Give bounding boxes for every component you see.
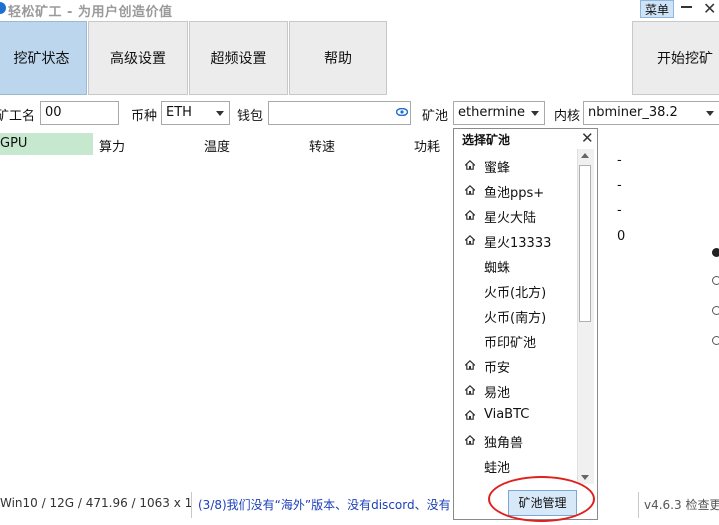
pool-list-item[interactable]: 蜜蜂 bbox=[484, 157, 510, 176]
pool-list-item[interactable]: 火币(北方) bbox=[484, 282, 546, 301]
stat-value: - bbox=[617, 203, 622, 218]
minimize-icon[interactable] bbox=[681, 6, 692, 8]
house-icon bbox=[465, 410, 475, 420]
pool-select[interactable]: ethermine bbox=[453, 101, 545, 125]
pool-list-item[interactable]: 蜘蛛 bbox=[484, 257, 510, 276]
pool-label: 矿池 bbox=[422, 109, 449, 124]
coin-label: 币种 bbox=[131, 109, 158, 124]
radio-option-selected[interactable] bbox=[712, 248, 719, 257]
pool-select-value: ethermine bbox=[458, 105, 525, 120]
close-icon[interactable]: ✕ bbox=[581, 129, 594, 147]
pool-list-item[interactable]: 易池 bbox=[484, 382, 510, 401]
chevron-down-icon bbox=[216, 111, 224, 116]
chevron-down-icon bbox=[706, 111, 714, 116]
column-gpu[interactable]: GPU bbox=[0, 136, 27, 151]
worker-name-label: 矿工名 bbox=[0, 109, 36, 124]
coin-select-value: ETH bbox=[166, 105, 192, 120]
window-title: 轻松矿工 - 为用户创造价值 bbox=[8, 5, 173, 20]
coin-select[interactable]: ETH bbox=[161, 101, 230, 125]
stat-value: 0 bbox=[617, 229, 626, 244]
system-info: Win10 / 12G / 471.96 / 1063 x 1 bbox=[0, 496, 193, 510]
pool-list-item[interactable]: 星火大陆 bbox=[484, 207, 536, 226]
house-icon bbox=[465, 235, 475, 245]
column-hashrate[interactable]: 算力 bbox=[99, 136, 125, 155]
tab-help[interactable]: 帮助 bbox=[289, 21, 387, 95]
status-divider bbox=[638, 492, 639, 518]
kernel-select-value: nbminer_38.2 bbox=[588, 105, 678, 120]
stat-value: - bbox=[617, 178, 622, 193]
start-mining-button[interactable]: 开始挖矿 bbox=[632, 21, 719, 95]
radio-option[interactable] bbox=[712, 306, 719, 315]
house-icon bbox=[465, 160, 475, 170]
chevron-down-icon bbox=[531, 111, 539, 116]
pool-list-item[interactable]: 星火13333 bbox=[484, 232, 551, 251]
menu-button[interactable]: 菜单 bbox=[640, 0, 674, 18]
column-temperature[interactable]: 温度 bbox=[204, 136, 230, 155]
eye-icon[interactable] bbox=[396, 108, 408, 116]
kernel-label: 内核 bbox=[554, 109, 581, 124]
house-icon bbox=[465, 385, 475, 395]
radio-option[interactable] bbox=[712, 276, 719, 285]
house-icon bbox=[465, 210, 475, 220]
pool-list-item[interactable]: ViaBTC bbox=[484, 407, 529, 422]
radio-option[interactable] bbox=[712, 336, 719, 345]
scroll-down-icon[interactable] bbox=[581, 475, 589, 480]
pool-list-item[interactable]: 火币(南方) bbox=[484, 307, 546, 326]
wallet-label: 钱包 bbox=[237, 109, 264, 124]
pool-list-item[interactable]: 币安 bbox=[484, 357, 510, 376]
pool-list-item[interactable]: 鱼池pps+ bbox=[484, 182, 544, 201]
stat-value: - bbox=[617, 153, 622, 168]
tab-advanced-settings[interactable]: 高级设置 bbox=[88, 21, 188, 95]
pool-dropdown-title: 选择矿池 bbox=[462, 133, 511, 147]
tab-overclock-settings[interactable]: 超频设置 bbox=[189, 21, 288, 95]
scroll-up-icon[interactable] bbox=[581, 153, 589, 158]
wallet-input[interactable] bbox=[268, 101, 411, 125]
column-power[interactable]: 功耗 bbox=[414, 136, 440, 155]
tab-mining-status[interactable]: 挖矿状态 bbox=[0, 21, 87, 95]
column-fan-speed[interactable]: 转速 bbox=[309, 136, 335, 155]
status-divider bbox=[191, 492, 192, 518]
worker-name-input[interactable]: 00 bbox=[40, 101, 119, 125]
house-icon bbox=[465, 435, 475, 445]
pool-list-item[interactable]: 独角兽 bbox=[484, 432, 523, 451]
pool-list-item[interactable]: 蛙池 bbox=[484, 457, 510, 476]
kernel-select[interactable]: nbminer_38.2 bbox=[583, 101, 719, 125]
close-icon[interactable]: ✕ bbox=[703, 0, 716, 18]
version-check-update[interactable]: v4.6.3 检查更新 bbox=[644, 496, 719, 513]
house-icon bbox=[465, 360, 475, 370]
scrollbar-thumb[interactable] bbox=[579, 165, 591, 322]
pool-list-item[interactable]: 币印矿池 bbox=[484, 332, 536, 351]
notice-link[interactable]: (3/8)我们没有“海外”版本、没有discord、没有 bbox=[198, 496, 453, 513]
house-icon bbox=[465, 185, 475, 195]
